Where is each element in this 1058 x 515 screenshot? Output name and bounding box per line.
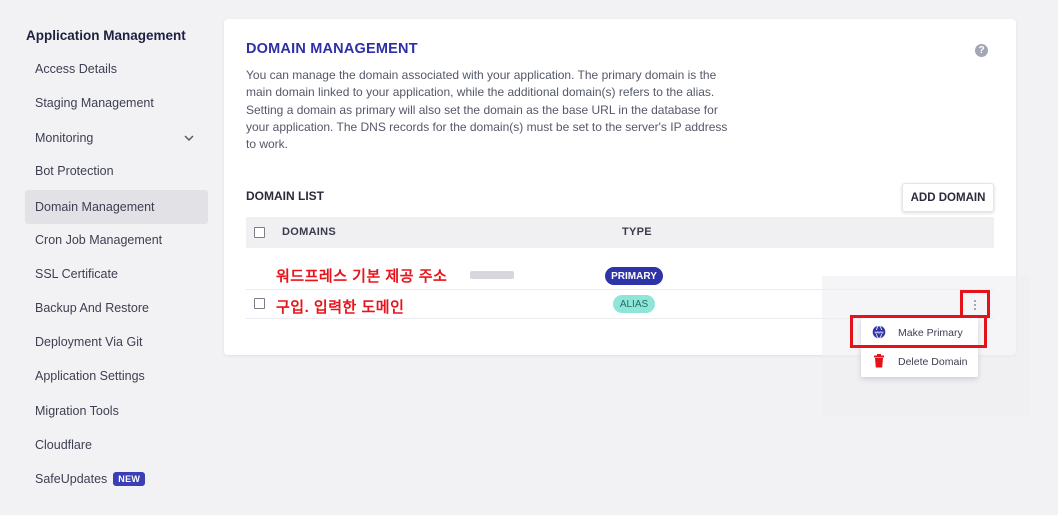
type-badge-alias: ALIAS: [613, 295, 655, 313]
sidebar-item-domain-management[interactable]: Domain Management: [25, 190, 208, 224]
sidebar-item-label: Backup And Restore: [35, 301, 149, 315]
redacted-text: [470, 271, 514, 279]
sidebar: Application Management Access Details St…: [0, 0, 215, 515]
sidebar-item-label: Staging Management: [35, 96, 154, 110]
annotation-highlight: [850, 315, 987, 348]
sidebar-item-label: Monitoring: [35, 131, 94, 145]
sidebar-item-access-details[interactable]: Access Details: [25, 52, 208, 86]
kebab-icon: [974, 300, 976, 310]
sidebar-item-application-settings[interactable]: Application Settings: [25, 359, 208, 393]
sidebar-item-label: Deployment Via Git: [35, 335, 143, 349]
sidebar-item-label: SafeUpdates: [35, 472, 108, 486]
sidebar-item-staging-management[interactable]: Staging Management: [25, 86, 208, 120]
sidebar-item-cron-job-management[interactable]: Cron Job Management: [25, 223, 208, 257]
domain-name: 워드프레스 기본 제공 주소: [276, 268, 448, 285]
sidebar-item-label: Bot Protection: [35, 164, 114, 178]
description-text: You can manage the domain associated wit…: [246, 68, 728, 152]
sidebar-item-bot-protection[interactable]: Bot Protection: [25, 154, 208, 188]
page-title: DOMAIN MANAGEMENT: [246, 41, 418, 57]
sidebar-item-label: SSL Certificate: [35, 267, 118, 281]
domain-list-title: DOMAIN LIST: [246, 189, 324, 203]
sidebar-item-label: Access Details: [35, 62, 117, 76]
delete-domain-menu-item[interactable]: Delete Domain: [861, 347, 978, 376]
sidebar-item-cloudflare[interactable]: Cloudflare: [25, 428, 208, 462]
help-icon[interactable]: ?: [975, 44, 988, 57]
menu-item-label: Delete Domain: [898, 355, 968, 368]
table-header: DOMAINS TYPE: [246, 217, 994, 248]
sidebar-item-label: Cron Job Management: [35, 233, 163, 247]
row-actions-button[interactable]: [960, 290, 990, 318]
type-badge-primary: PRIMARY: [605, 267, 663, 285]
new-badge: NEW: [113, 472, 146, 486]
sidebar-item-backup-and-restore[interactable]: Backup And Restore: [25, 291, 208, 325]
sidebar-item-deployment-via-git[interactable]: Deployment Via Git: [25, 325, 208, 359]
select-all-checkbox[interactable]: [254, 227, 265, 238]
sidebar-item-ssl-certificate[interactable]: SSL Certificate: [25, 257, 208, 291]
column-header-type: TYPE: [622, 226, 652, 238]
sidebar-item-label: Domain Management: [35, 200, 155, 214]
chevron-down-icon: [184, 135, 194, 142]
sidebar-title: Application Management: [26, 28, 186, 43]
sidebar-item-label: Migration Tools: [35, 404, 119, 418]
sidebar-item-monitoring[interactable]: Monitoring: [25, 121, 208, 155]
sidebar-item-migration-tools[interactable]: Migration Tools: [25, 394, 208, 428]
sidebar-item-safeupdates[interactable]: SafeUpdates NEW: [25, 462, 208, 496]
add-domain-button[interactable]: ADD DOMAIN: [902, 183, 994, 212]
trash-icon: [874, 354, 884, 368]
column-header-domains: DOMAINS: [282, 226, 337, 238]
sidebar-item-label: Application Settings: [35, 369, 145, 383]
domain-name: 구입. 입력한 도메인: [276, 299, 405, 316]
sidebar-item-label: Cloudflare: [35, 438, 92, 452]
row-checkbox[interactable]: [254, 298, 265, 309]
